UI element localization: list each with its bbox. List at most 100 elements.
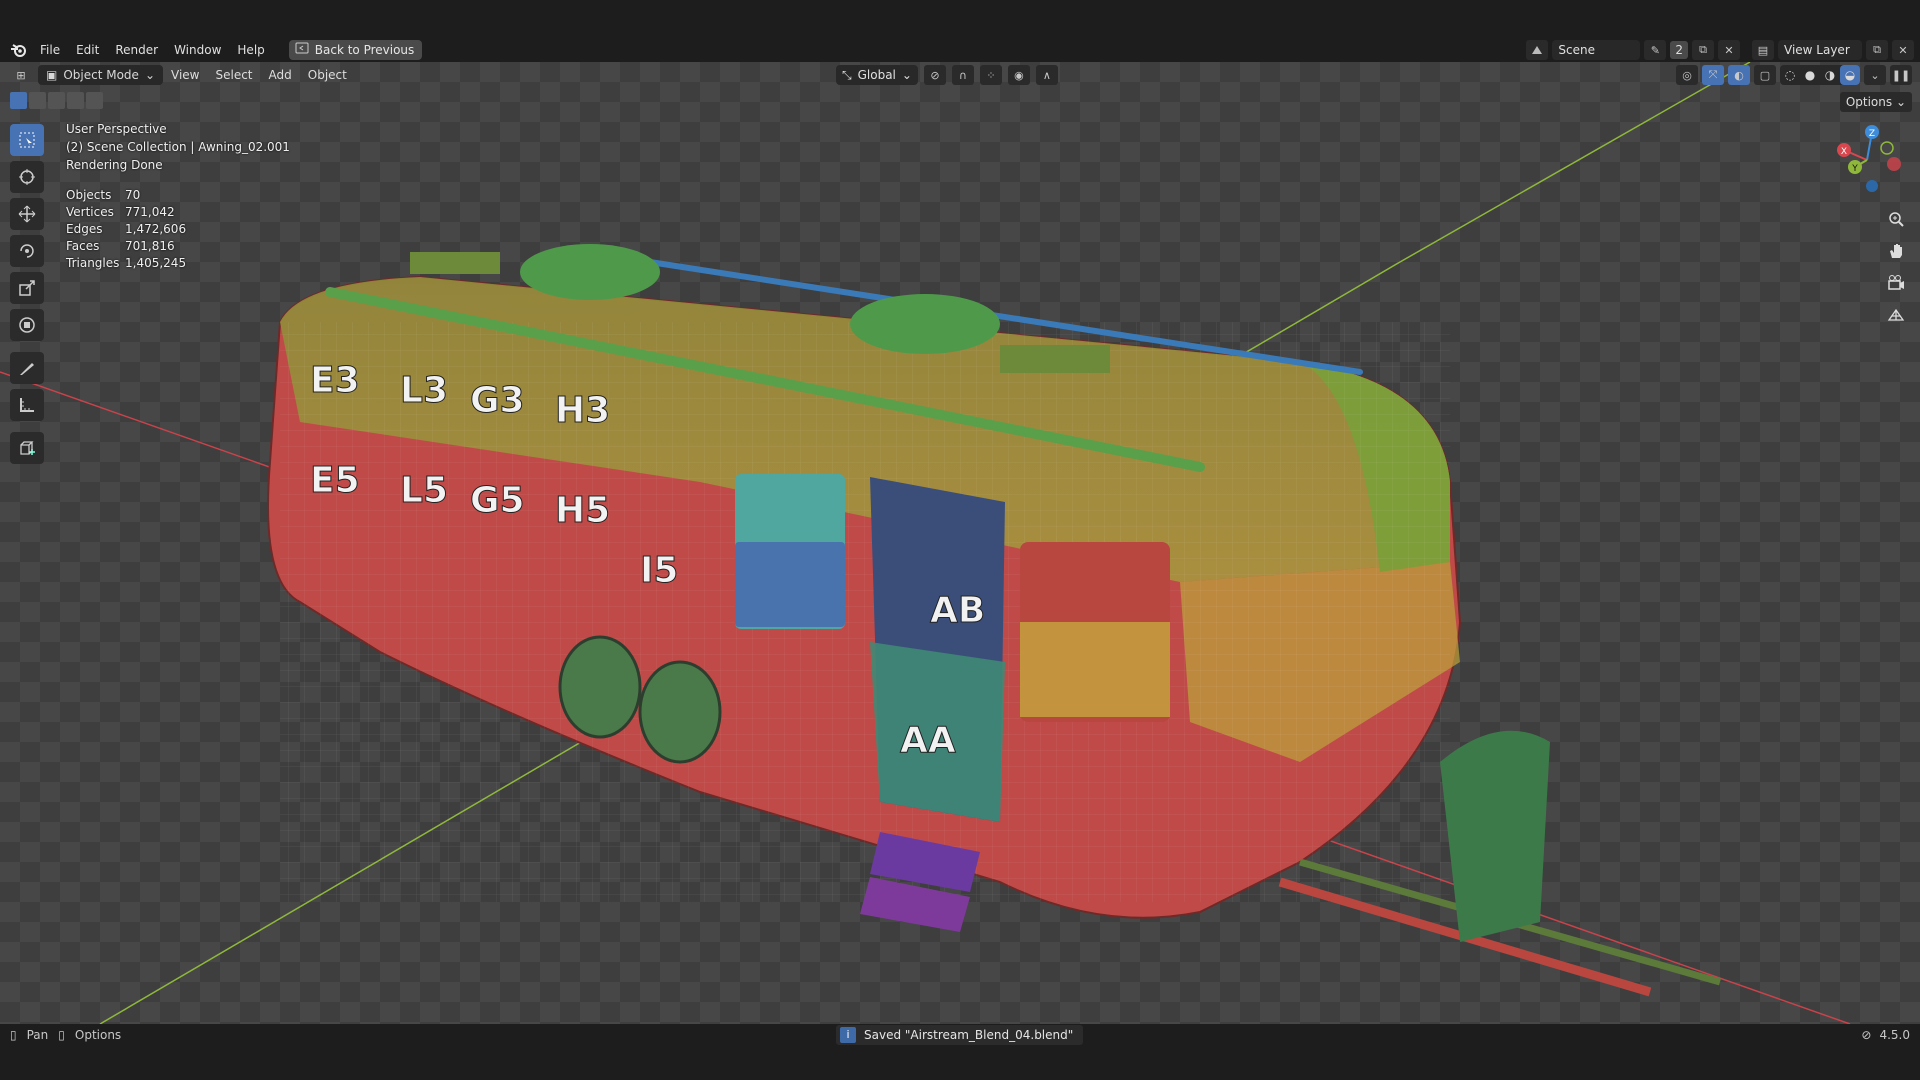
add-cube-icon[interactable] [10, 432, 44, 464]
camera-icon[interactable] [1884, 271, 1908, 295]
object-mode-label: Object Mode [63, 68, 139, 82]
orientation-selector[interactable]: ⤡ Global ⌄ [836, 65, 918, 85]
status-hints: ▯ Pan ▯ Options [10, 1028, 121, 1042]
scene-selector-icon[interactable] [1526, 40, 1549, 60]
stat-row: Faces 701,816 [66, 239, 175, 253]
menu-edit[interactable]: Edit [68, 38, 107, 62]
cursor-icon[interactable] [10, 161, 44, 193]
view-layer-name: View Layer [1784, 43, 1850, 57]
stat-row: Triangles 1,405,245 [66, 256, 187, 270]
pause-icon[interactable]: ❚❚ [1890, 65, 1912, 85]
options-hint: Options [74, 1028, 122, 1042]
top-bar: File Edit Render Window Help Back to Pre… [0, 0, 1920, 62]
options-dropdown[interactable]: Options ⌄ [1839, 92, 1912, 112]
gizmo-toggle-icon[interactable]: ⤧ [1702, 65, 1724, 85]
scene-users-count: 2 [1670, 41, 1688, 59]
stat-row: Objects 70 [66, 188, 141, 202]
remove-scene-icon[interactable]: ✕ [1718, 40, 1740, 60]
viewport-display-tools: ◎ ⤧ ◐ ▢ ◌ ● ◑ ◒ ⌄ ❚❚ [1676, 65, 1912, 85]
wireframe-shading-icon[interactable]: ◌ [1780, 65, 1800, 85]
mouse-icon: ▯ [10, 1028, 17, 1042]
selection-mode-buttons [10, 92, 103, 109]
annotate-icon[interactable] [10, 352, 44, 384]
navigation-controls [1884, 207, 1908, 327]
material-shading-icon[interactable]: ◑ [1820, 65, 1840, 85]
viewport-menu-select[interactable]: Select [207, 62, 260, 88]
perspective-label: User Perspective [66, 122, 167, 136]
window-bottom [0, 1046, 1920, 1080]
gizmo-x-label: X [1841, 147, 1847, 157]
new-scene-icon[interactable]: ⧉ [1692, 40, 1714, 60]
rotate-icon[interactable] [10, 235, 44, 267]
gizmo-y-label: Y [1851, 164, 1858, 174]
back-icon [295, 40, 309, 60]
svg-text:AB: AB [930, 590, 985, 631]
remove-view-layer-icon[interactable]: ✕ [1892, 40, 1914, 60]
select-invert-icon[interactable] [67, 92, 84, 109]
version-label: 4.5.0 [1879, 1028, 1910, 1042]
view-layer-selector-icon[interactable]: ▤ [1752, 40, 1774, 60]
orientation-label: Global [857, 68, 896, 82]
zoom-icon[interactable] [1884, 207, 1908, 231]
move-icon[interactable] [10, 198, 44, 230]
snap-target-icon[interactable]: ⁘ [979, 65, 1002, 85]
transform-icon[interactable] [10, 309, 44, 341]
select-extend-icon[interactable] [29, 92, 46, 109]
new-view-layer-icon[interactable]: ⧉ [1866, 40, 1888, 60]
pin-icon[interactable]: ✎ [1644, 40, 1667, 60]
falloff-icon[interactable]: ∧ [1035, 65, 1058, 85]
visibility-icon[interactable]: ◎ [1676, 65, 1698, 85]
menu-help[interactable]: Help [229, 38, 272, 62]
viewport-menu-add[interactable]: Add [261, 62, 300, 88]
network-icon: ⊘ [1861, 1028, 1872, 1042]
svg-text:L5: L5 [400, 470, 448, 511]
svg-text:E3: E3 [310, 360, 360, 401]
chevron-down-icon: ⌄ [144, 68, 155, 82]
viewport-menu-object[interactable]: Object [300, 62, 355, 88]
collection-label: (2) Scene Collection | Awning_02.001 [66, 140, 290, 154]
measure-icon[interactable] [10, 389, 44, 421]
scene-name-field[interactable]: Scene [1552, 40, 1641, 60]
back-to-previous-button[interactable]: Back to Previous [288, 40, 423, 60]
shading-options-icon[interactable]: ⌄ [1864, 65, 1886, 85]
gizmo-z-label: Z [1869, 129, 1875, 139]
scene-name: Scene [1558, 43, 1595, 57]
pivot-icon[interactable]: ⊘ [923, 65, 946, 85]
editor-type-icon[interactable]: ⊞ [10, 65, 32, 85]
hand-icon[interactable] [1884, 239, 1908, 263]
solid-shading-icon[interactable]: ● [1800, 65, 1820, 85]
object-mode-selector[interactable]: ▣ Object Mode ⌄ [38, 65, 163, 85]
svg-text:G3: G3 [470, 380, 525, 421]
svg-text:G5: G5 [470, 480, 525, 521]
scale-icon[interactable] [10, 272, 44, 304]
select-new-icon[interactable] [10, 92, 27, 109]
object-mode-icon: ▣ [46, 68, 58, 82]
rendered-shading-icon[interactable]: ◒ [1840, 65, 1860, 85]
xray-icon[interactable]: ▢ [1754, 65, 1776, 85]
menu-window[interactable]: Window [166, 38, 229, 62]
menu-render[interactable]: Render [107, 38, 166, 62]
render-status-label: Rendering Done [66, 158, 163, 172]
info-icon: i [840, 1027, 856, 1043]
select-subtract-icon[interactable] [48, 92, 65, 109]
status-right: ⊘ 4.5.0 [1861, 1028, 1910, 1042]
select-box-icon[interactable] [10, 124, 44, 156]
status-report[interactable]: i Saved "Airstream_Blend_04.blend" [836, 1025, 1084, 1045]
viewport-scene: E3 L3 G3 H3 E5 L5 G5 H5 I5 AB AA [0, 62, 1920, 1024]
grid-icon[interactable] [1884, 303, 1908, 327]
svg-text:E5: E5 [310, 460, 360, 501]
overlays-toggle-icon[interactable]: ◐ [1728, 65, 1750, 85]
proportional-edit-icon[interactable]: ◉ [1007, 65, 1030, 85]
orientation-icon: ⤡ [842, 68, 852, 82]
select-intersect-icon[interactable] [86, 92, 103, 109]
view-layer-field[interactable]: View Layer [1778, 40, 1862, 60]
snap-icon[interactable]: ∩ [951, 65, 974, 85]
3d-viewport[interactable]: E3 L3 G3 H3 E5 L5 G5 H5 I5 AB AA ⊞ ▣ Object Mode… [0, 62, 1920, 1024]
navigation-gizmo[interactable]: Z X Y [1832, 122, 1902, 197]
status-message: Saved "Airstream_Blend_04.blend" [864, 1028, 1074, 1042]
viewport-menu-view[interactable]: View [163, 62, 207, 88]
svg-text:L3: L3 [400, 370, 448, 411]
menu-file[interactable]: File [32, 38, 68, 62]
blender-logo-icon[interactable] [10, 42, 26, 58]
pan-hint: Pan [26, 1028, 49, 1042]
